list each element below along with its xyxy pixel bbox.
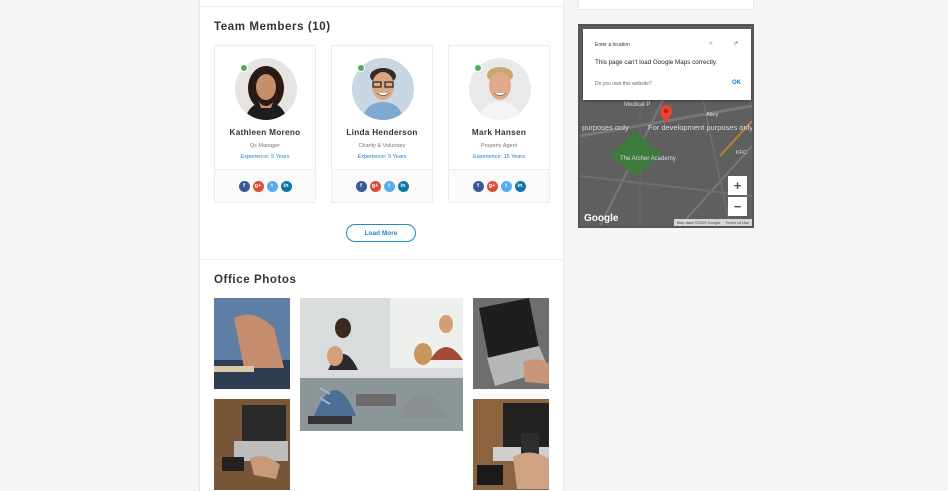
map-pin-icon[interactable] bbox=[660, 105, 672, 123]
facebook-icon[interactable]: f bbox=[472, 180, 484, 192]
linkedin-icon[interactable]: in bbox=[280, 180, 292, 192]
google-plus-icon[interactable]: g+ bbox=[252, 180, 264, 192]
team-members-title: Team Members (10) bbox=[214, 21, 331, 33]
sidebar-panel bbox=[578, 0, 754, 10]
own-website-link[interactable]: Do you own this website? bbox=[595, 81, 652, 87]
office-photo[interactable] bbox=[214, 399, 290, 490]
twitter-icon[interactable]: t bbox=[383, 180, 395, 192]
member-experience: Experience: 5 Years bbox=[240, 154, 290, 160]
office-photos-title: Office Photos bbox=[214, 274, 297, 286]
online-status-dot bbox=[357, 64, 365, 72]
map-footer: Map data ©2019 Google Terms of Use bbox=[673, 219, 752, 226]
map-widget[interactable]: purposes only For development purposes o… bbox=[578, 24, 754, 228]
social-links: f g+ t in bbox=[332, 169, 432, 202]
map-label: purposes only bbox=[582, 123, 629, 132]
map-label: The Archer Academy bbox=[620, 156, 676, 162]
member-experience: Experience: 15 Years bbox=[473, 154, 525, 160]
member-name: Linda Henderson bbox=[346, 128, 418, 137]
member-name: Mark Hansen bbox=[471, 128, 527, 137]
member-experience: Experience: 9 Years bbox=[357, 154, 407, 160]
map-data-credit: Map data ©2019 Google bbox=[676, 220, 721, 225]
map-label: Atley bbox=[706, 112, 719, 118]
zoom-out-button[interactable]: − bbox=[728, 197, 747, 216]
map-label: KFC bbox=[736, 150, 747, 156]
terms-link[interactable]: Terms of Use bbox=[725, 220, 749, 225]
online-status-dot bbox=[240, 64, 248, 72]
load-more-button[interactable]: Load More bbox=[346, 224, 416, 242]
google-plus-icon[interactable]: g+ bbox=[369, 180, 381, 192]
office-photo[interactable] bbox=[473, 298, 549, 389]
google-logo: Google bbox=[584, 213, 619, 224]
member-card-kathleen: Kathleen Moreno Qs Manager Experience: 5… bbox=[214, 45, 316, 203]
office-photo[interactable] bbox=[300, 298, 463, 431]
linkedin-icon[interactable]: in bbox=[397, 180, 409, 192]
map-error-message: This page can't load Google Maps correct… bbox=[595, 59, 718, 66]
ok-button[interactable]: OK bbox=[732, 80, 741, 86]
divider bbox=[200, 259, 563, 260]
office-photo[interactable] bbox=[473, 399, 549, 490]
location-search-input[interactable]: Enter a location bbox=[595, 42, 630, 48]
social-links: f g+ t in bbox=[215, 169, 315, 202]
member-card-linda: Linda Henderson Charity & Voluntary Expe… bbox=[331, 45, 433, 203]
linkedin-icon[interactable]: in bbox=[514, 180, 526, 192]
map-label: For development purposes only bbox=[648, 123, 754, 132]
search-icon[interactable]: ⌕ bbox=[709, 40, 713, 48]
social-links: f g+ t in bbox=[449, 169, 549, 202]
office-photo[interactable] bbox=[214, 298, 290, 389]
member-name: Kathleen Moreno bbox=[229, 128, 301, 137]
member-role: Property Agent bbox=[480, 143, 518, 149]
divider bbox=[200, 6, 563, 7]
map-error-dialog: Enter a location ⌕ ↱ This page can't loa… bbox=[583, 29, 751, 100]
member-card-mark: Mark Hansen Property Agent Experience: 1… bbox=[448, 45, 550, 203]
member-role: Qs Manager bbox=[249, 143, 281, 149]
facebook-icon[interactable]: f bbox=[355, 180, 367, 192]
facebook-icon[interactable]: f bbox=[238, 180, 250, 192]
twitter-icon[interactable]: t bbox=[500, 180, 512, 192]
directions-icon[interactable]: ↱ bbox=[733, 40, 739, 48]
member-role: Charity & Voluntary bbox=[358, 143, 406, 149]
zoom-in-button[interactable]: + bbox=[728, 176, 747, 195]
map-label: Medical P bbox=[624, 102, 651, 108]
google-plus-icon[interactable]: g+ bbox=[486, 180, 498, 192]
online-status-dot bbox=[474, 64, 482, 72]
twitter-icon[interactable]: t bbox=[266, 180, 278, 192]
main-content-panel: Team Members (10) Kathleen Moreno Qs Man… bbox=[199, 0, 564, 491]
